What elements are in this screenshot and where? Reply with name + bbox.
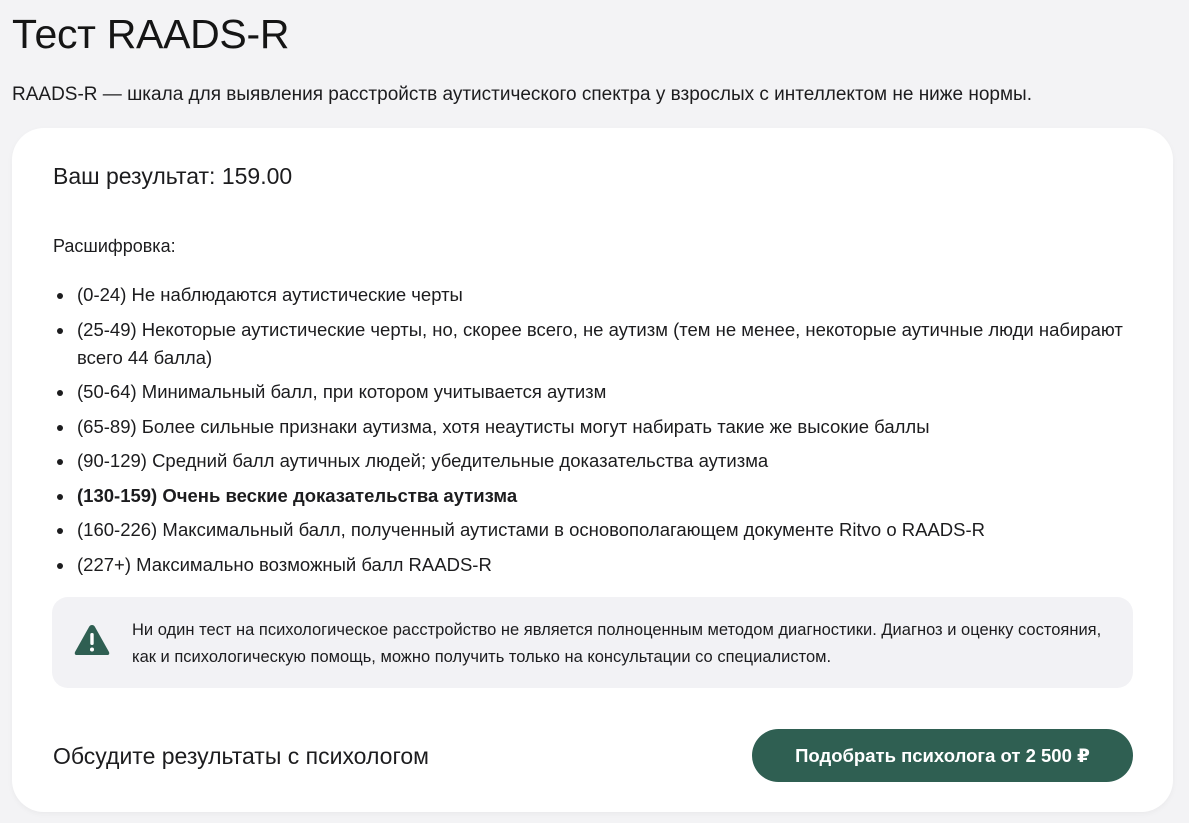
interpretation-item: (160-226) Максимальный балл, полученный … (53, 516, 1143, 544)
interpretation-item: (50-64) Минимальный балл, при котором уч… (53, 378, 1143, 406)
result-score: Ваш результат: 159.00 (53, 163, 293, 189)
interpretation-item: (25-49) Некоторые аутистические черты, н… (53, 316, 1143, 372)
interpretation-list: (0-24) Не наблюдаются аутистические черт… (53, 281, 1143, 585)
disclaimer-notice: Ни один тест на психологическое расстрой… (52, 597, 1133, 688)
discuss-heading: Обсудите результаты с психологом (53, 743, 429, 769)
find-psychologist-button[interactable]: Подобрать психолога от 2 500 ₽ (752, 729, 1133, 782)
interpretation-item: (0-24) Не наблюдаются аутистические черт… (53, 281, 1143, 309)
interpretation-item: (65-89) Более сильные признаки аутизма, … (53, 413, 1143, 441)
page-subtitle: RAADS-R — шкала для выявления расстройст… (12, 84, 1032, 105)
disclaimer-text: Ни один тест на психологическое расстрой… (132, 621, 1102, 666)
interpretation-title: Расшифровка: (53, 236, 176, 256)
warning-icon (74, 625, 110, 655)
result-card: Ваш результат: 159.00 Расшифровка: (0-24… (12, 128, 1173, 812)
interpretation-item: (90-129) Средний балл аутичных людей; уб… (53, 447, 1143, 475)
interpretation-item: (227+) Максимально возможный балл RAADS-… (53, 551, 1143, 579)
page-title: Тест RAADS-R (12, 11, 290, 57)
page: Тест RAADS-R RAADS-R — шкала для выявлен… (0, 0, 1189, 823)
interpretation-item: (130-159) Очень веские доказательства ау… (53, 482, 1143, 510)
